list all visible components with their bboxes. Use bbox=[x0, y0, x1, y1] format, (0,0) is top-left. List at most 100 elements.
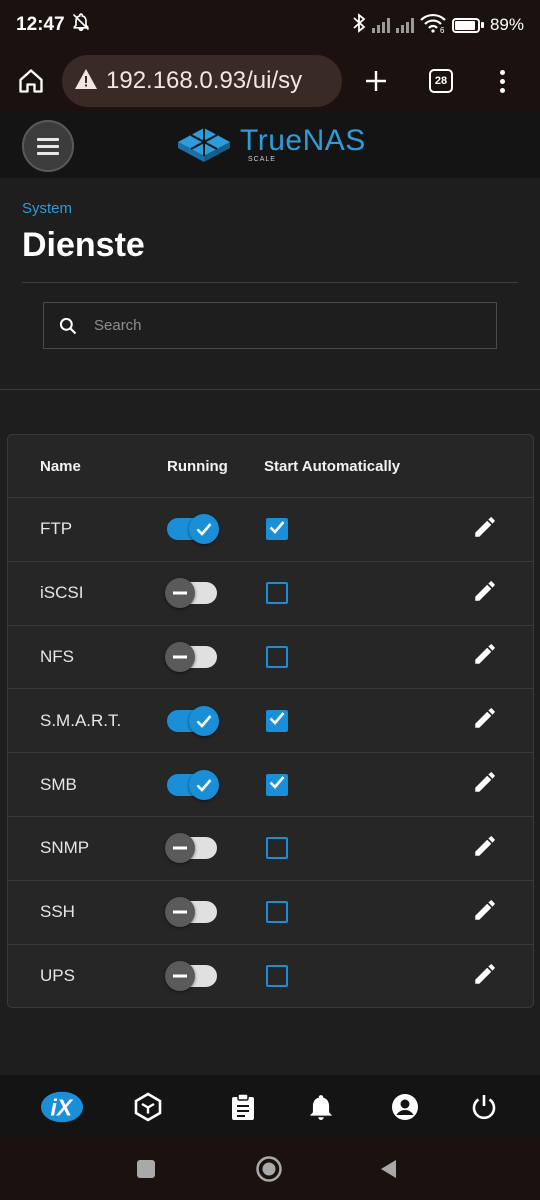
service-name: iSCSI bbox=[40, 583, 84, 603]
start-automatically-checkbox[interactable] bbox=[266, 965, 288, 988]
battery-percent: 89% bbox=[489, 15, 524, 34]
home-nav-button[interactable] bbox=[252, 1152, 286, 1186]
start-automatically-checkbox[interactable] bbox=[266, 582, 288, 605]
recents-button[interactable] bbox=[129, 1152, 163, 1186]
recents-icon bbox=[137, 1160, 155, 1178]
account-icon[interactable] bbox=[383, 1085, 427, 1129]
logo-name: TrueNAS bbox=[240, 123, 366, 157]
edit-button[interactable] bbox=[470, 897, 500, 927]
search-box[interactable] bbox=[43, 302, 497, 349]
check-icon bbox=[189, 769, 219, 800]
power-icon[interactable] bbox=[462, 1085, 506, 1129]
battery-icon bbox=[451, 17, 484, 33]
jobs-clipboard-icon[interactable] bbox=[221, 1085, 265, 1129]
app-topbar: TrueNAS SCALE bbox=[0, 112, 540, 178]
start-automatically-checkbox[interactable] bbox=[266, 837, 288, 860]
edit-button[interactable] bbox=[470, 833, 500, 863]
column-header-auto[interactable]: Start Automatically bbox=[264, 458, 400, 475]
check-icon bbox=[269, 520, 285, 539]
home-circle-icon bbox=[256, 1156, 282, 1182]
table-row: S.M.A.R.T. bbox=[8, 689, 533, 754]
address-bar[interactable]: 192.168.0.93/ui/sy bbox=[62, 55, 342, 107]
app-bottom-nav: iX bbox=[0, 1075, 540, 1138]
browser-toolbar: 192.168.0.93/ui/sy 28 bbox=[0, 50, 540, 112]
edit-button[interactable] bbox=[470, 770, 500, 800]
service-name: S.M.A.R.T. bbox=[40, 710, 122, 730]
truenas-logo: TrueNAS SCALE bbox=[176, 124, 366, 164]
truenas-logo-icon bbox=[178, 128, 230, 162]
table-header: Name Running Start Automatically bbox=[8, 435, 533, 498]
start-automatically-checkbox[interactable] bbox=[266, 709, 288, 732]
table-body: FTP iSCSI NFS S.M.A.R.T. SMB SNMP SSH UPS bbox=[8, 498, 533, 1007]
edit-button[interactable] bbox=[470, 961, 500, 991]
new-tab-button[interactable] bbox=[342, 50, 410, 112]
column-header-name[interactable]: Name bbox=[40, 458, 81, 475]
edit-pencil-icon bbox=[472, 897, 498, 928]
divider bbox=[22, 282, 518, 283]
notifications-bell-icon[interactable] bbox=[299, 1085, 343, 1129]
running-toggle[interactable] bbox=[167, 769, 219, 800]
edit-button[interactable] bbox=[470, 514, 500, 544]
running-toggle[interactable] bbox=[165, 961, 217, 992]
table-row: FTP bbox=[8, 498, 533, 562]
running-toggle[interactable] bbox=[165, 641, 217, 672]
service-name: SNMP bbox=[40, 838, 90, 858]
edit-button[interactable] bbox=[470, 706, 500, 736]
start-automatically-checkbox[interactable] bbox=[266, 773, 288, 796]
back-button[interactable] bbox=[372, 1152, 406, 1186]
breadcrumb[interactable]: System bbox=[22, 200, 72, 217]
start-automatically-checkbox[interactable] bbox=[266, 518, 288, 541]
back-triangle-icon bbox=[381, 1160, 396, 1178]
running-toggle[interactable] bbox=[167, 705, 219, 736]
service-name: FTP bbox=[40, 519, 73, 539]
check-icon bbox=[189, 514, 219, 545]
android-status-bar: 12:47 6 89% bbox=[0, 0, 540, 50]
edit-button[interactable] bbox=[470, 642, 500, 672]
running-toggle[interactable] bbox=[167, 514, 219, 545]
running-toggle[interactable] bbox=[165, 833, 217, 864]
hamburger-menu-button[interactable] bbox=[22, 120, 74, 172]
divider bbox=[0, 389, 540, 390]
edit-button[interactable] bbox=[470, 578, 500, 608]
edit-pencil-icon bbox=[472, 514, 498, 545]
dash-icon bbox=[165, 833, 195, 864]
running-toggle[interactable] bbox=[165, 897, 217, 928]
truecommand-icon[interactable] bbox=[126, 1085, 170, 1129]
column-header-running[interactable]: Running bbox=[167, 458, 228, 475]
edit-pencil-icon bbox=[472, 769, 498, 800]
service-name: UPS bbox=[40, 966, 75, 986]
start-automatically-checkbox[interactable] bbox=[266, 901, 288, 924]
running-toggle[interactable] bbox=[165, 578, 217, 609]
tab-switcher-button[interactable]: 28 bbox=[410, 50, 472, 112]
home-button[interactable] bbox=[0, 50, 62, 112]
dash-icon bbox=[165, 897, 195, 928]
tab-count: 28 bbox=[429, 69, 453, 93]
status-time: 12:47 bbox=[16, 14, 65, 35]
start-automatically-checkbox[interactable] bbox=[266, 645, 288, 668]
ix-systems-icon[interactable]: iX bbox=[40, 1085, 84, 1129]
table-row: SMB bbox=[8, 753, 533, 817]
dash-icon bbox=[165, 961, 195, 992]
table-row: NFS bbox=[8, 626, 533, 690]
edit-pencil-icon bbox=[472, 961, 498, 992]
dash-icon bbox=[165, 578, 195, 609]
url-text: 192.168.0.93/ui/sy bbox=[106, 67, 303, 94]
edit-pencil-icon bbox=[472, 578, 498, 609]
logo-sub: SCALE bbox=[248, 155, 276, 163]
table-row: iSCSI bbox=[8, 562, 533, 626]
signal-icon bbox=[395, 17, 414, 33]
search-icon bbox=[59, 317, 77, 334]
signal-icon bbox=[371, 17, 390, 33]
service-name: NFS bbox=[40, 646, 74, 666]
wifi-icon: 6 bbox=[420, 13, 446, 38]
more-menu-button[interactable] bbox=[472, 50, 532, 112]
table-row: SSH bbox=[8, 881, 533, 945]
wifi-badge: 6 bbox=[440, 26, 445, 33]
service-name: SMB bbox=[40, 774, 77, 794]
search-input[interactable] bbox=[94, 317, 454, 334]
table-row: UPS bbox=[8, 945, 533, 1007]
edit-pencil-icon bbox=[472, 833, 498, 864]
service-name: SSH bbox=[40, 902, 75, 922]
home-icon bbox=[19, 69, 43, 93]
bluetooth-icon bbox=[352, 12, 366, 38]
